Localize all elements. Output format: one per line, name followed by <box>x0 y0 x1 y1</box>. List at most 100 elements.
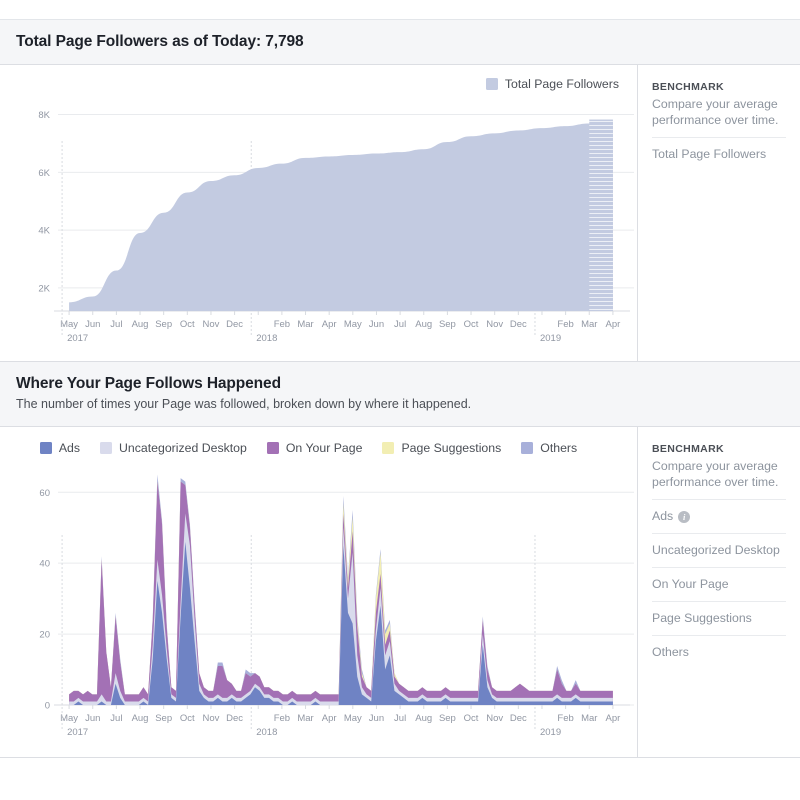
benchmark-item-page-suggestions[interactable]: Page Suggestions <box>652 601 786 635</box>
svg-text:Nov: Nov <box>203 713 220 724</box>
chart-legend-bottom: Ads Uncategorized Desktop On Your Page Page… <box>0 427 637 457</box>
svg-text:Apr: Apr <box>322 713 337 724</box>
facebook-insights-page: Total Page Followers as of Today: 7,798 … <box>0 0 800 800</box>
svg-text:Oct: Oct <box>180 713 195 724</box>
svg-text:Mar: Mar <box>581 319 597 330</box>
follow-sources-card: Where Your Page Follows Happened The num… <box>0 362 800 758</box>
svg-text:Feb: Feb <box>274 713 290 724</box>
svg-text:Jul: Jul <box>110 319 122 330</box>
svg-text:Nov: Nov <box>203 319 220 330</box>
legend-item-others[interactable]: Others <box>521 441 577 455</box>
svg-text:Nov: Nov <box>486 713 503 724</box>
svg-text:60: 60 <box>39 488 50 499</box>
benchmark-item-ads[interactable]: Ads i <box>652 499 786 533</box>
legend-label: Ads <box>58 441 81 455</box>
svg-text:Sep: Sep <box>155 319 172 330</box>
legend-item-uncategorized-desktop[interactable]: Uncategorized Desktop <box>100 441 247 455</box>
svg-text:6K: 6K <box>38 168 50 179</box>
section-subtitle: The number of times your Page was follow… <box>16 397 472 411</box>
svg-text:Dec: Dec <box>510 319 527 330</box>
legend-label: Uncategorized Desktop <box>119 441 247 455</box>
svg-text:Feb: Feb <box>274 319 290 330</box>
svg-text:Oct: Oct <box>464 713 479 724</box>
svg-text:Mar: Mar <box>297 713 313 724</box>
total-page-followers-body: Total Page Followers 2K 4K 6K 8K May Jun Jul Au… <box>0 65 800 361</box>
legend-item-on-your-page[interactable]: On Your Page <box>266 441 362 455</box>
svg-text:Mar: Mar <box>581 713 597 724</box>
benchmark-panel-sources: BENCHMARK Compare your average performan… <box>637 427 800 757</box>
svg-text:Jun: Jun <box>85 713 100 724</box>
svg-text:Dec: Dec <box>226 319 243 330</box>
svg-text:Jul: Jul <box>394 713 406 724</box>
section-title: Where Your Page Follows Happened <box>16 375 281 392</box>
legend-item-ads[interactable]: Ads <box>39 441 81 455</box>
info-icon[interactable]: i <box>678 510 691 523</box>
svg-text:0: 0 <box>45 701 50 712</box>
legend-swatch-on-your-page <box>266 442 279 454</box>
follow-sources-header: Where Your Page Follows Happened The num… <box>0 362 800 427</box>
svg-text:40: 40 <box>39 559 50 570</box>
svg-text:2018: 2018 <box>256 333 277 344</box>
svg-text:Jun: Jun <box>85 319 100 330</box>
legend-swatch-page-suggestions <box>382 442 395 454</box>
benchmark-panel-followers: BENCHMARK Compare your average performan… <box>637 65 800 361</box>
svg-text:2019: 2019 <box>540 333 561 344</box>
total-page-followers-chart[interactable]: 2K 4K 6K 8K May Jun Jul Aug Sep Oct Nov Dec Feb Mar Ap… <box>0 65 637 361</box>
svg-text:May: May <box>60 319 78 330</box>
benchmark-item-total-page-followers[interactable]: Total Page Followers <box>652 137 786 171</box>
svg-text:20: 20 <box>39 630 50 641</box>
benchmark-item-on-your-page[interactable]: On Your Page <box>652 567 786 601</box>
svg-text:Sep: Sep <box>155 713 172 724</box>
svg-text:Dec: Dec <box>226 713 243 724</box>
chart-legend-top: Total Page Followers <box>485 77 619 91</box>
svg-text:Jun: Jun <box>369 319 384 330</box>
benchmark-item-label: Page Suggestions <box>652 611 752 625</box>
benchmark-item-list: Ads i Uncategorized Desktop On Your Page Pag… <box>652 499 786 669</box>
svg-text:Apr: Apr <box>606 319 621 330</box>
svg-text:Aug: Aug <box>132 319 149 330</box>
follow-sources-chart-col: Ads Uncategorized Desktop On Your Page Page… <box>0 427 637 757</box>
where-follows-happened-chart[interactable]: 0 20 40 60 May Jun Jul Aug Sep Oct Nov Dec Feb Mar Apr… <box>0 457 637 757</box>
svg-text:Feb: Feb <box>557 713 573 724</box>
svg-text:Aug: Aug <box>132 713 149 724</box>
total-page-followers-header: Total Page Followers as of Today: 7,798 <box>0 20 800 65</box>
svg-text:2018: 2018 <box>256 727 277 738</box>
svg-text:Feb: Feb <box>557 319 573 330</box>
svg-text:Jul: Jul <box>394 319 406 330</box>
svg-text:2017: 2017 <box>67 333 88 344</box>
svg-text:Sep: Sep <box>439 319 456 330</box>
legend-label-total-page-followers: Total Page Followers <box>504 77 619 91</box>
benchmark-item-label: Ads <box>652 509 674 523</box>
svg-text:Sep: Sep <box>439 713 456 724</box>
svg-text:Dec: Dec <box>510 713 527 724</box>
svg-text:Mar: Mar <box>297 319 313 330</box>
benchmark-heading: BENCHMARK <box>652 443 724 455</box>
benchmark-item-label: Others <box>652 645 689 659</box>
svg-text:Apr: Apr <box>322 319 337 330</box>
follow-sources-body: Ads Uncategorized Desktop On Your Page Page… <box>0 427 800 757</box>
svg-text:May: May <box>344 319 362 330</box>
svg-text:2019: 2019 <box>540 727 561 738</box>
benchmark-description: Compare your average performance over ti… <box>652 97 779 127</box>
svg-text:Nov: Nov <box>486 319 503 330</box>
benchmark-item-others[interactable]: Others <box>652 635 786 669</box>
svg-text:May: May <box>344 713 362 724</box>
legend-label: Page Suggestions <box>401 441 502 455</box>
page-top-strip <box>0 0 800 20</box>
svg-text:4K: 4K <box>38 226 50 237</box>
svg-text:Apr: Apr <box>606 713 621 724</box>
svg-text:Jun: Jun <box>369 713 384 724</box>
svg-text:8K: 8K <box>38 110 50 121</box>
legend-swatch-uncategorized-desktop <box>100 442 113 454</box>
legend-label: Others <box>540 441 578 455</box>
benchmark-item-label: On Your Page <box>652 577 729 591</box>
total-followers-chart-col: Total Page Followers 2K 4K 6K 8K May Jun Jul Au… <box>0 65 637 361</box>
svg-text:Aug: Aug <box>415 319 432 330</box>
benchmark-heading: BENCHMARK <box>652 81 724 93</box>
svg-text:2K: 2K <box>38 283 50 294</box>
legend-item-page-suggestions[interactable]: Page Suggestions <box>382 441 501 455</box>
svg-text:Jul: Jul <box>110 713 122 724</box>
svg-text:May: May <box>60 713 78 724</box>
svg-text:Aug: Aug <box>415 713 432 724</box>
benchmark-item-uncategorized-desktop[interactable]: Uncategorized Desktop <box>652 533 786 567</box>
